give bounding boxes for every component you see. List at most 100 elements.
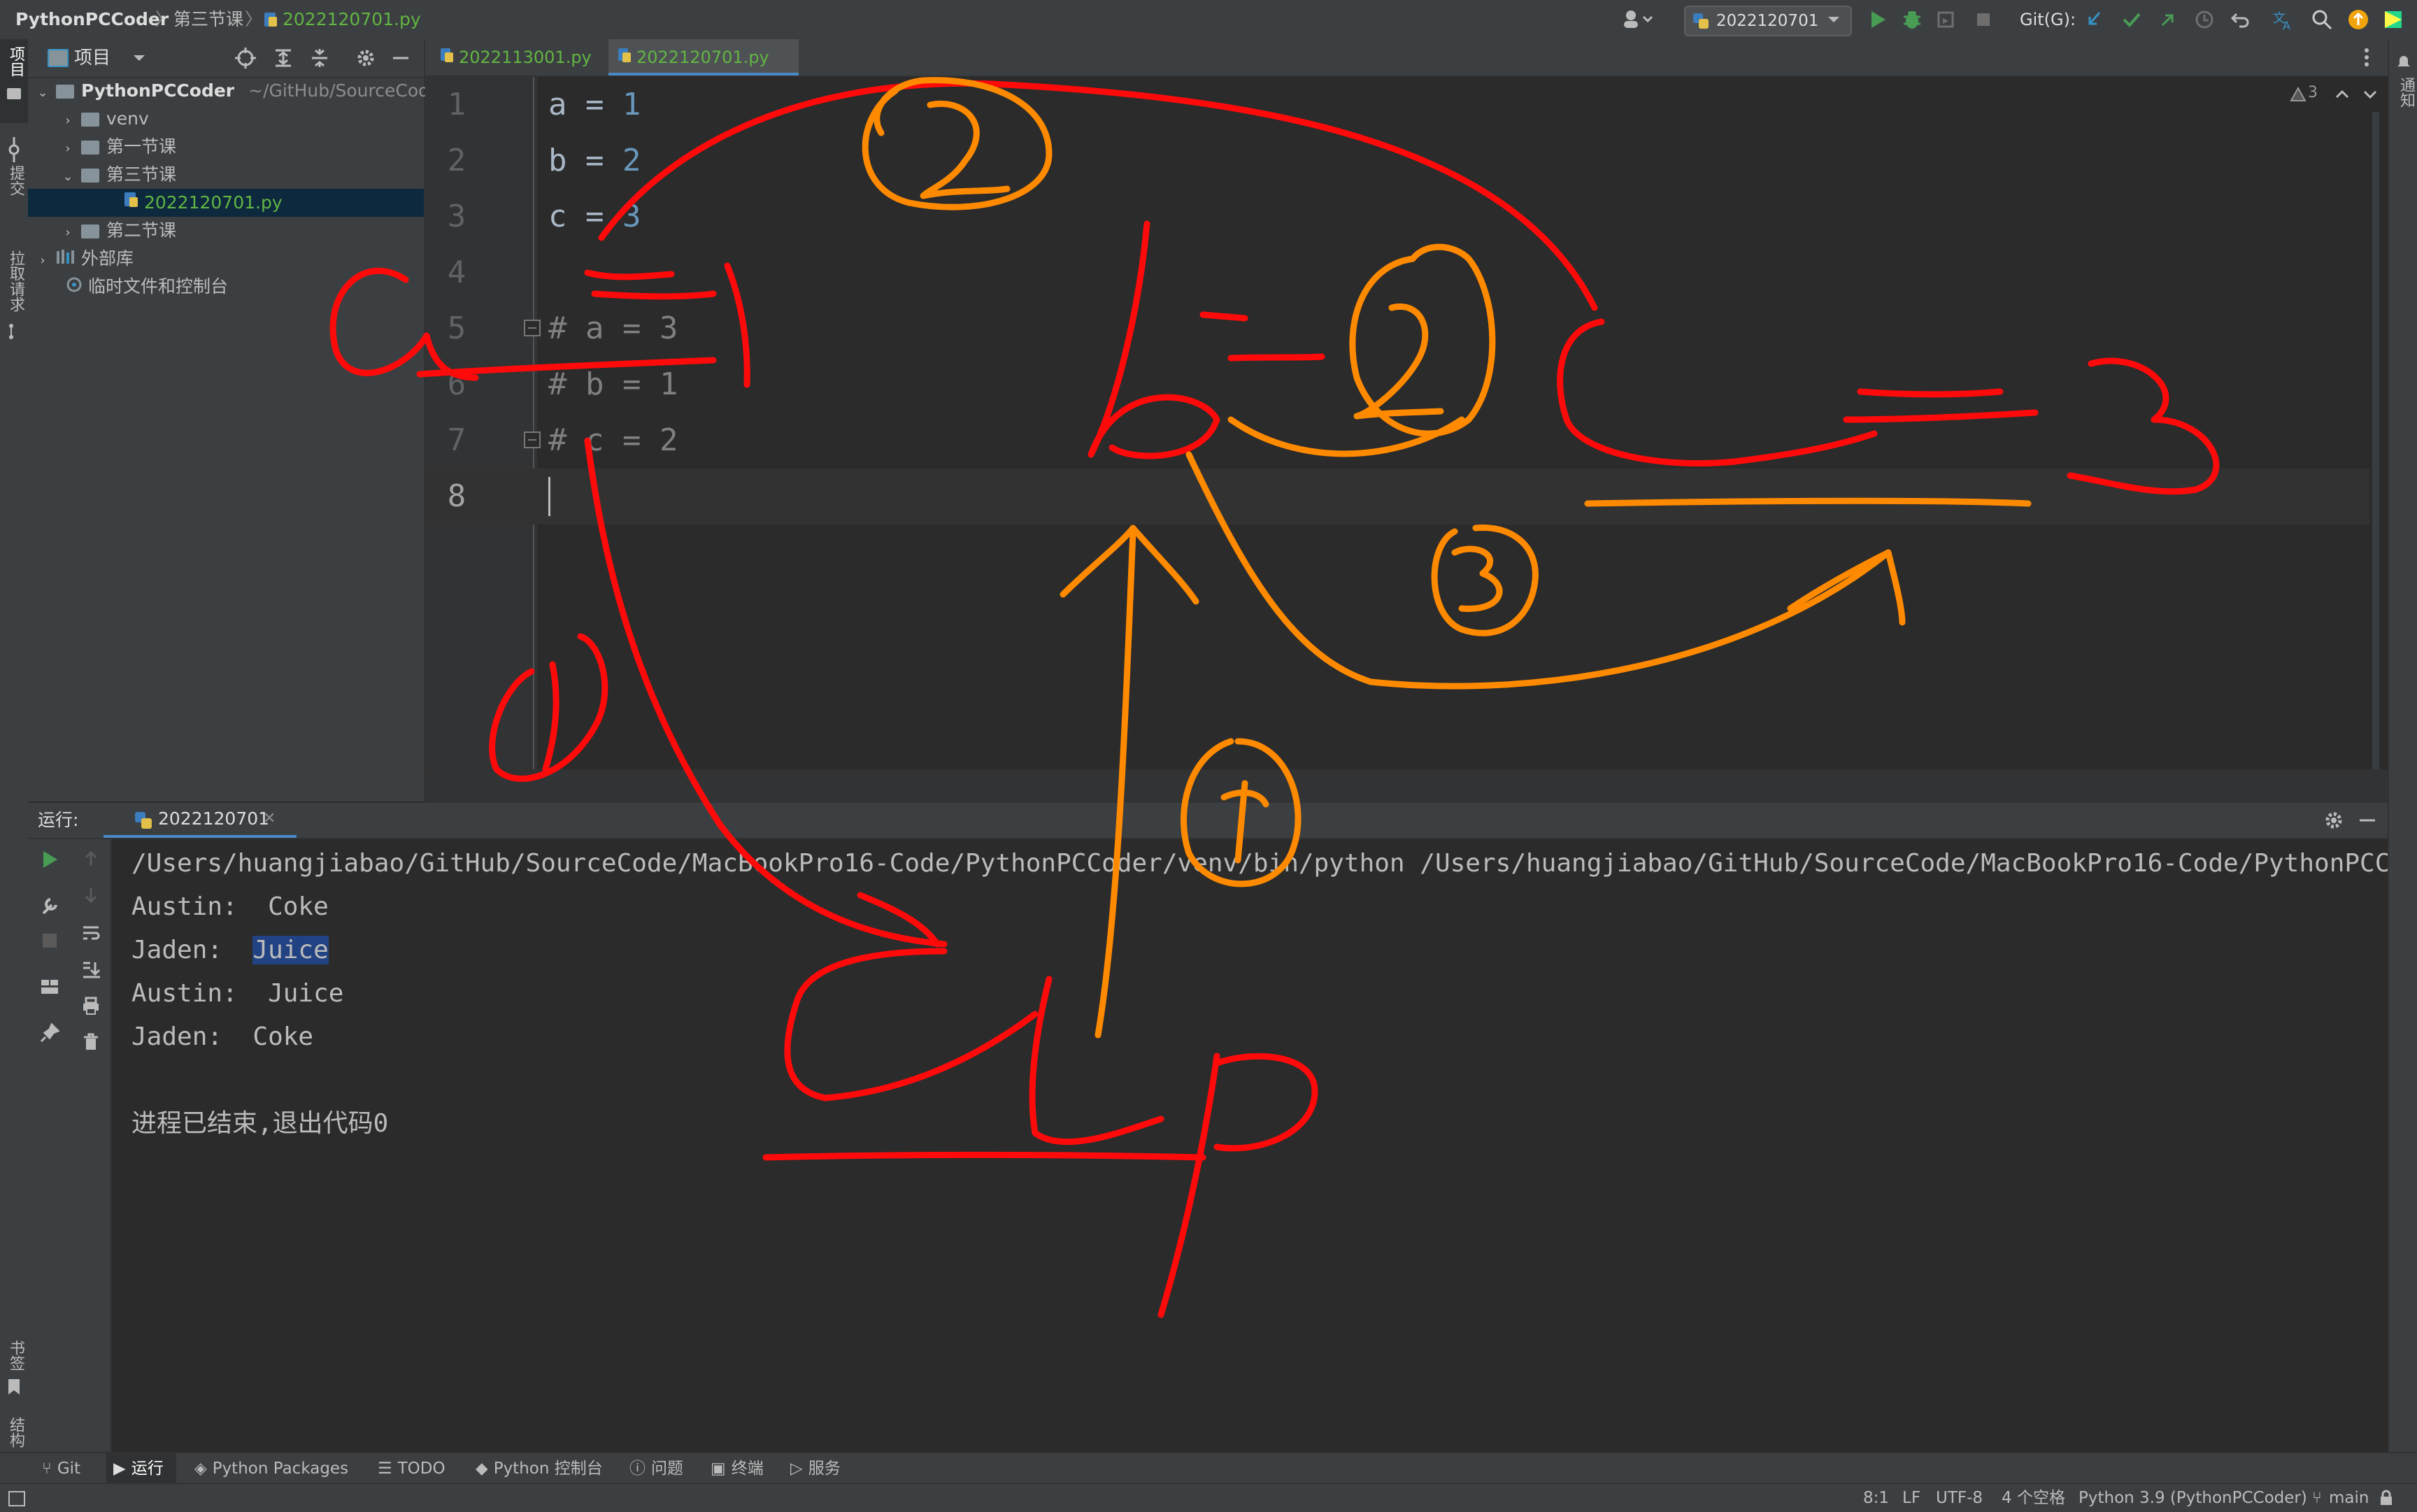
gear-icon[interactable]	[2323, 810, 2344, 834]
ide-logo-icon[interactable]	[2382, 8, 2404, 31]
coverage-icon[interactable]	[1934, 8, 1957, 31]
fold-icon[interactable]	[523, 431, 543, 453]
terminal-tool-tab[interactable]: ▣ 终端	[711, 1453, 764, 1484]
breadcrumb-project[interactable]: PythonPCCoder	[15, 0, 169, 39]
git-tool-tab[interactable]: ⑂ Git	[42, 1453, 80, 1484]
expand-all-icon[interactable]	[273, 48, 294, 71]
pin-icon[interactable]	[39, 1022, 60, 1046]
git-branch[interactable]: main	[2329, 1484, 2369, 1512]
todo-tool-tab[interactable]: ☰ TODO	[378, 1453, 445, 1484]
run-tool-tab[interactable]: ▶ 运行	[106, 1453, 176, 1484]
run-icon[interactable]	[1866, 8, 1888, 31]
structure-tool-button[interactable]: 结构	[0, 1368, 28, 1483]
close-icon[interactable]: ✕	[263, 803, 276, 835]
chevron-down-icon[interactable]: ⌄	[35, 79, 50, 107]
fold-icon[interactable]	[523, 319, 543, 341]
layout-icon[interactable]	[39, 976, 60, 1000]
tree-item-label: 临时文件和控制台	[87, 276, 228, 297]
rerun-icon[interactable]	[39, 849, 60, 873]
chevron-right-icon[interactable]: ›	[60, 135, 76, 163]
tab-label: TODO	[397, 1460, 445, 1478]
line-number: 5	[447, 311, 466, 346]
more-options-icon[interactable]	[2362, 46, 2371, 71]
user-icon[interactable]	[1621, 8, 1653, 31]
minimize-icon[interactable]	[2357, 810, 2378, 834]
notifications-tool-button[interactable]: 通知	[2389, 46, 2417, 130]
lock-icon[interactable]	[2378, 1490, 2395, 1509]
tree-item-file-selected[interactable]: 2022120701.py	[28, 189, 424, 217]
tree-item-scratches[interactable]: 临时文件和控制台	[28, 273, 424, 301]
git-push-icon[interactable]	[2157, 8, 2179, 31]
chevron-down-icon[interactable]: ⌄	[60, 163, 76, 191]
chevron-right-icon[interactable]: ›	[35, 247, 50, 275]
problems-tool-tab[interactable]: ⓘ 问题	[629, 1453, 683, 1484]
python-console-tool-tab[interactable]: ◆ Python 控制台	[476, 1453, 603, 1484]
breadcrumb-folder[interactable]: 第三节课	[173, 0, 243, 39]
project-tool-button[interactable]: 项目	[0, 39, 28, 123]
project-panel-header: 项目	[28, 39, 424, 78]
layout-toggle-icon[interactable]	[8, 1491, 25, 1506]
tree-item-lesson3[interactable]: ⌄ 第三节课	[28, 161, 424, 189]
stop-icon[interactable]	[41, 932, 59, 953]
folder-icon	[80, 113, 99, 127]
locate-icon[interactable]	[235, 48, 256, 71]
list-icon: ☰	[378, 1460, 392, 1478]
file-encoding[interactable]: UTF-8	[1936, 1484, 1983, 1512]
chevron-down-icon[interactable]	[131, 50, 147, 69]
soft-wrap-icon[interactable]	[81, 923, 101, 946]
collapse-all-icon[interactable]	[309, 48, 330, 71]
gear-icon[interactable]	[355, 48, 376, 71]
editor-scrollbar[interactable]	[2372, 112, 2379, 769]
caret-position[interactable]: 8:1	[1863, 1484, 1889, 1512]
tab-label: Python Packages	[212, 1460, 349, 1478]
chevron-right-icon[interactable]: ›	[60, 219, 76, 247]
debug-icon[interactable]	[1901, 8, 1923, 31]
line-number: 2	[447, 143, 466, 178]
translate-icon[interactable]: 文A	[2272, 8, 2294, 32]
code-editor[interactable]: 1 2 3 4 5 6 7 8 a = 1 b = 2 c = 3 # a = …	[425, 77, 2388, 803]
run-configuration-select[interactable]: 2022120701	[1684, 6, 1852, 36]
tab-label: 终端	[731, 1460, 764, 1478]
git-branch-icon: ⑂	[42, 1460, 52, 1478]
arrow-down-icon[interactable]	[81, 885, 101, 908]
indentation[interactable]: 4 个空格	[2002, 1484, 2065, 1512]
wrench-icon[interactable]	[39, 895, 60, 919]
git-commit-icon[interactable]	[2120, 8, 2143, 31]
editor-tab[interactable]: 2022113001.py ✕	[431, 39, 621, 104]
warning-icon[interactable]	[2290, 86, 2307, 105]
chevron-down-icon[interactable]	[2362, 87, 2378, 105]
code-text: b =	[548, 143, 622, 178]
tree-item-external-libs[interactable]: › 外部库	[28, 245, 424, 273]
stop-icon[interactable]	[1972, 8, 1995, 31]
run-tab[interactable]: 2022120701 ✕	[104, 803, 297, 838]
commit-tool-button[interactable]: 提交	[0, 129, 28, 220]
run-console-output[interactable]: /Users/huangjiabao/GitHub/SourceCode/Mac…	[112, 839, 2388, 1452]
search-icon[interactable]	[2311, 8, 2333, 31]
arrow-up-icon[interactable]	[81, 849, 101, 871]
services-tool-tab[interactable]: ▷ 服务	[790, 1453, 841, 1484]
breadcrumb-file[interactable]: 2022120701.py	[283, 0, 421, 39]
history-icon[interactable]	[2193, 8, 2216, 31]
chevron-up-icon[interactable]	[2334, 87, 2350, 105]
tree-item-lesson2[interactable]: › 第二节课	[28, 217, 424, 245]
tree-item-venv[interactable]: › venv	[28, 105, 424, 133]
update-icon[interactable]	[2347, 8, 2369, 31]
trash-icon[interactable]	[81, 1032, 101, 1055]
line-separator[interactable]: LF	[1902, 1484, 1920, 1512]
editor-tab-active[interactable]: 2022120701.py ✕	[608, 39, 799, 104]
git-update-icon[interactable]	[2083, 8, 2105, 31]
tree-item-root[interactable]: ⌄ PythonPCCoder ~/GitHub/SourceCode	[28, 77, 440, 107]
rollback-icon[interactable]	[2230, 8, 2252, 31]
print-icon[interactable]	[81, 996, 101, 1018]
chevron-right-icon[interactable]: ›	[60, 107, 76, 135]
pull-requests-tool-button[interactable]: 拉取请求	[0, 225, 28, 344]
minimize-icon[interactable]	[390, 48, 411, 71]
editor-footer	[425, 769, 2388, 803]
project-view-select[interactable]: 项目	[74, 39, 110, 77]
git-label: Git(G):	[2020, 10, 2076, 29]
code-line-6: # b = 1	[548, 366, 678, 402]
tree-item-lesson1[interactable]: › 第一节课	[28, 133, 424, 161]
scroll-to-end-icon[interactable]	[81, 960, 101, 982]
python-interpreter[interactable]: Python 3.9 (PythonPCCoder)	[2079, 1484, 2307, 1512]
python-packages-tool-tab[interactable]: ◈ Python Packages	[194, 1453, 348, 1484]
